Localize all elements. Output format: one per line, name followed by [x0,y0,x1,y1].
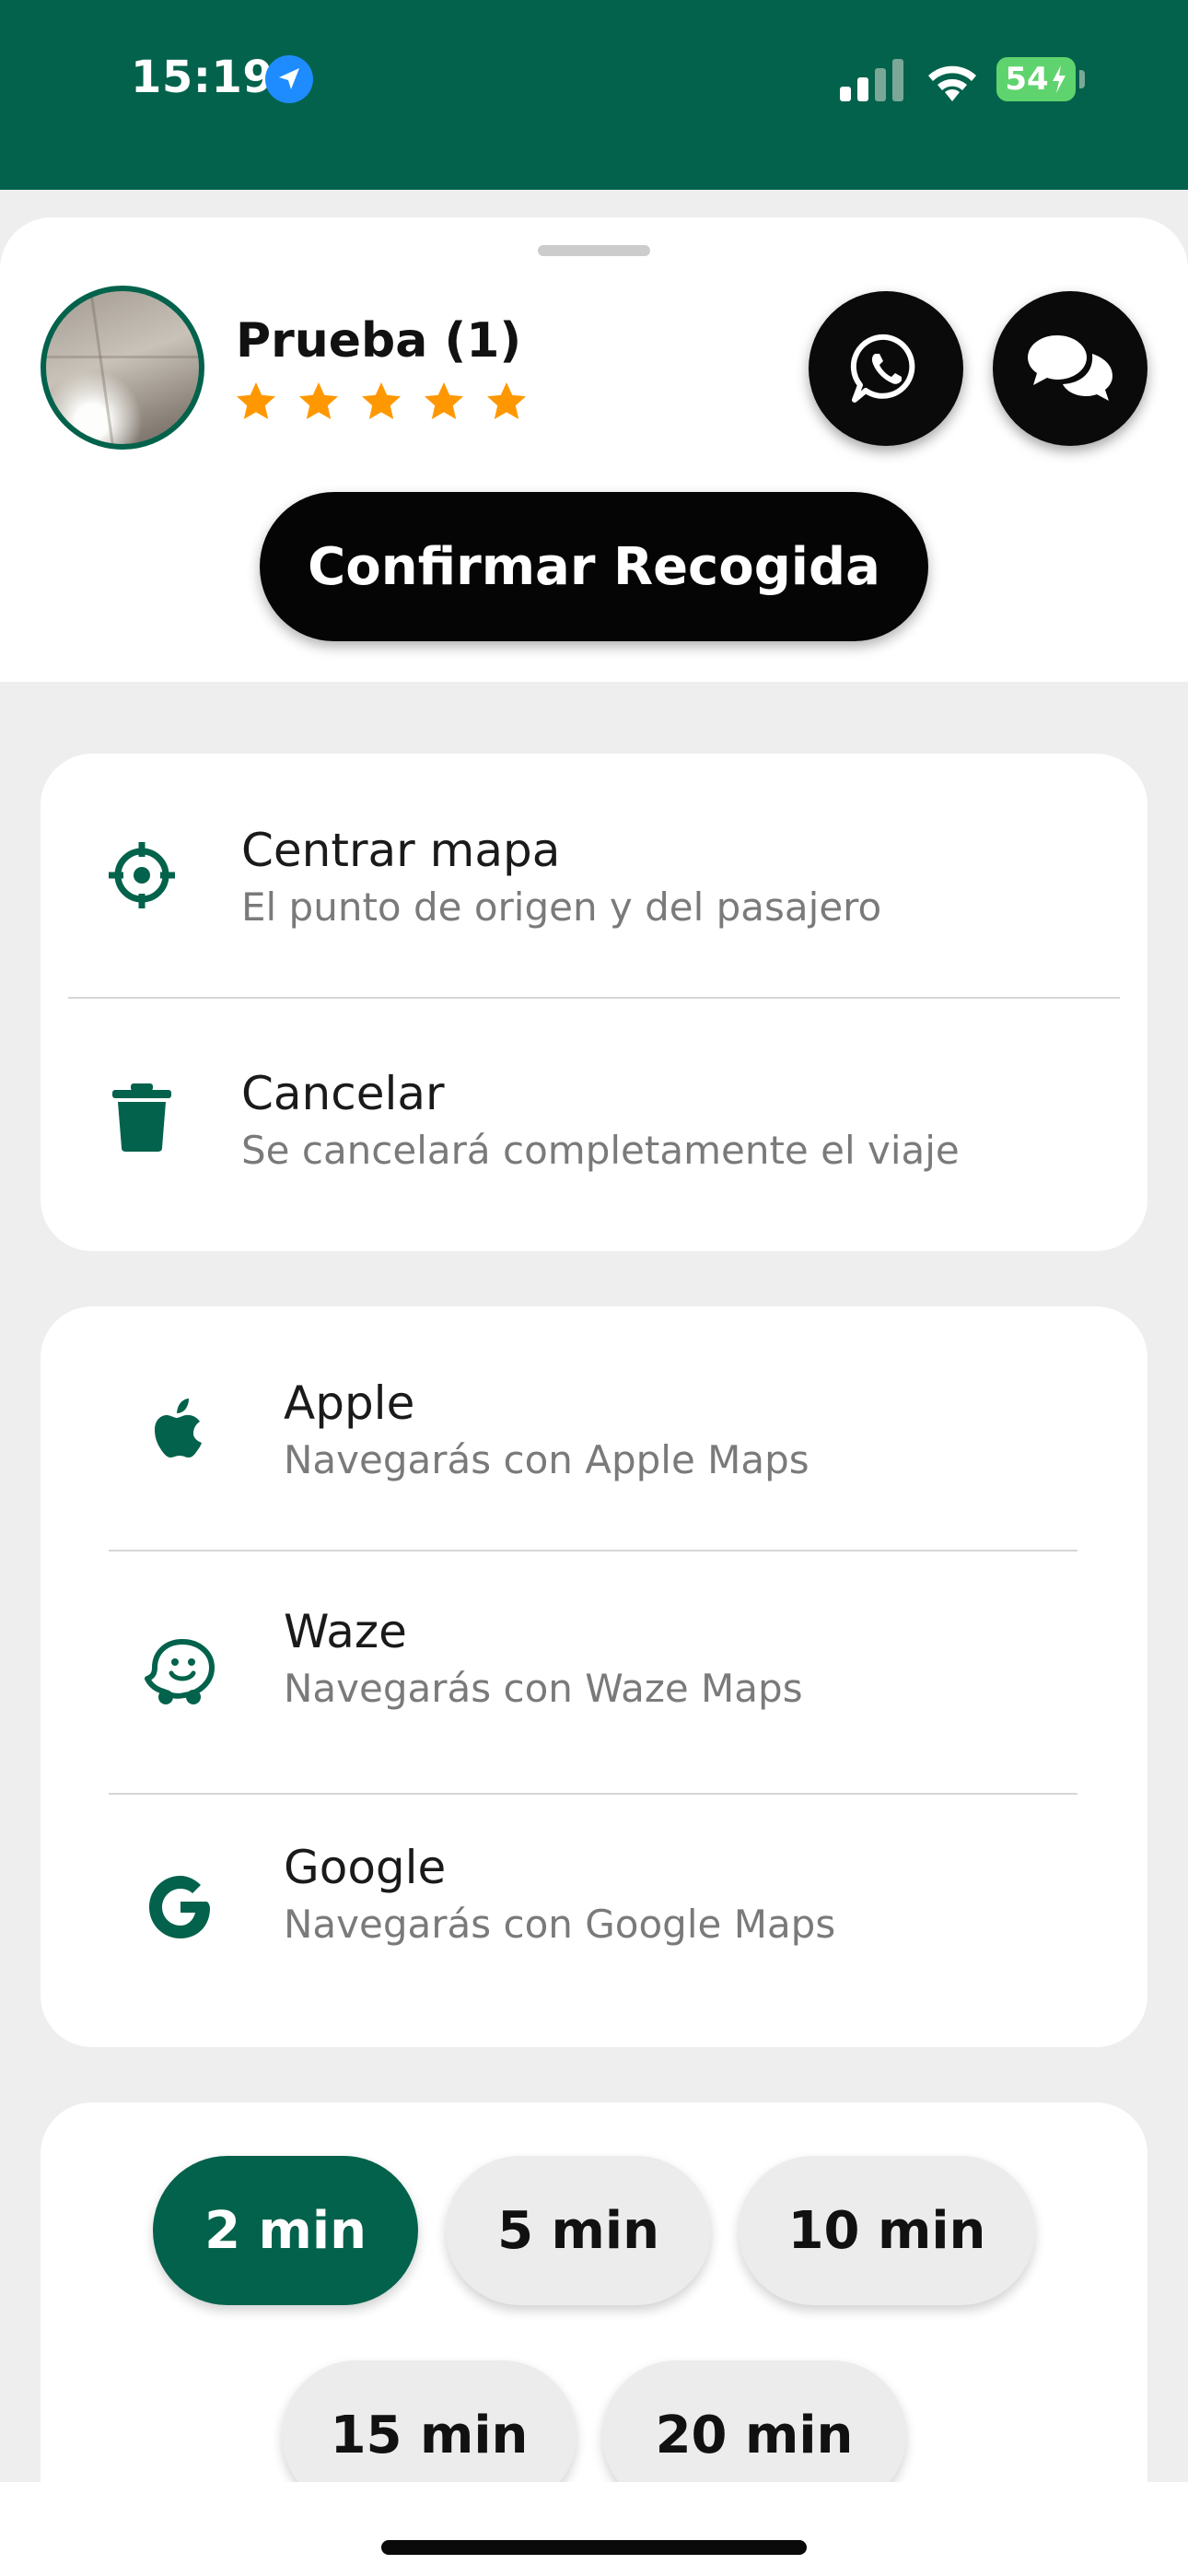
chat-bubbles-icon [1028,335,1112,401]
passenger-avatar [41,286,204,450]
time-chip-10-min[interactable]: 10 min [739,2156,1035,2305]
time-chip-5-min[interactable]: 5 min [446,2156,711,2305]
passenger-header: Prueba (1) Confirmar Recogida [0,217,1188,682]
option-title: Centrar mapa [241,824,561,877]
google-maps-option[interactable]: Google Navegarás con Google Maps [41,1795,1147,2038]
option-title: Apple [284,1376,415,1430]
crosshair-icon [109,842,175,908]
trip-bottom-sheet: Prueba (1) Confirmar Recogida Centrar ma… [0,217,1188,2484]
option-title: Google [284,1841,447,1894]
wifi-icon [928,65,976,101]
status-bar: 15:19 54 [0,0,1188,190]
apple-maps-option[interactable]: Apple Navegarás con Apple Maps [41,1306,1147,1550]
passenger-rating [234,380,529,424]
option-subtitle: Se cancelará completamente el viaje [241,1128,960,1173]
confirm-pickup-button[interactable]: Confirmar Recogida [260,492,928,641]
time-chip-2-min[interactable]: 2 min [153,2156,418,2305]
waze-icon [145,1639,215,1704]
battery-indicator: 54 [996,57,1076,101]
star-icon [237,382,275,419]
time-chip-20-min[interactable]: 20 min [602,2360,906,2484]
option-subtitle: Navegarás con Apple Maps [284,1437,809,1482]
star-icon [362,382,401,419]
option-subtitle: Navegarás con Waze Maps [284,1666,803,1711]
star-icon [299,382,338,419]
home-bar-area [0,2482,1188,2576]
home-indicator[interactable] [381,2540,807,2555]
charging-bolt-icon [1052,65,1066,93]
cellular-signal-icon [840,59,903,101]
location-arrow-icon [265,55,313,103]
option-title: Waze [284,1605,407,1658]
wait-time-card: 2 min 5 min 10 min 15 min 20 min [41,2102,1147,2484]
star-icon [487,382,526,419]
chat-button[interactable] [993,291,1147,446]
time-chip-15-min[interactable]: 15 min [282,2360,577,2484]
passenger-name: Prueba (1) [236,313,522,369]
battery-level: 54 [1005,61,1049,98]
status-time: 15:19 [131,52,274,103]
center-map-option[interactable]: Centrar mapa El punto de origen y del pa… [41,754,1147,997]
navigation-apps-card: Apple Navegarás con Apple Maps Waze Nave… [41,1306,1147,2047]
whatsapp-button[interactable] [809,291,963,446]
cancel-trip-option[interactable]: Cancelar Se cancelará completamente el v… [41,999,1147,1242]
battery-cap [1079,70,1085,88]
option-title: Cancelar [241,1067,445,1120]
trash-icon [112,1083,171,1152]
drag-handle[interactable] [538,245,650,256]
star-icon [425,382,463,419]
waze-option[interactable]: Waze Navegarás con Waze Maps [41,1551,1147,1795]
option-subtitle: Navegarás con Google Maps [284,1902,836,1947]
apple-icon [155,1399,202,1458]
trip-actions-card: Centrar mapa El punto de origen y del pa… [41,754,1147,1251]
option-subtitle: El punto de origen y del pasajero [241,884,882,930]
google-icon [149,1876,210,1938]
whatsapp-icon [850,334,915,403]
